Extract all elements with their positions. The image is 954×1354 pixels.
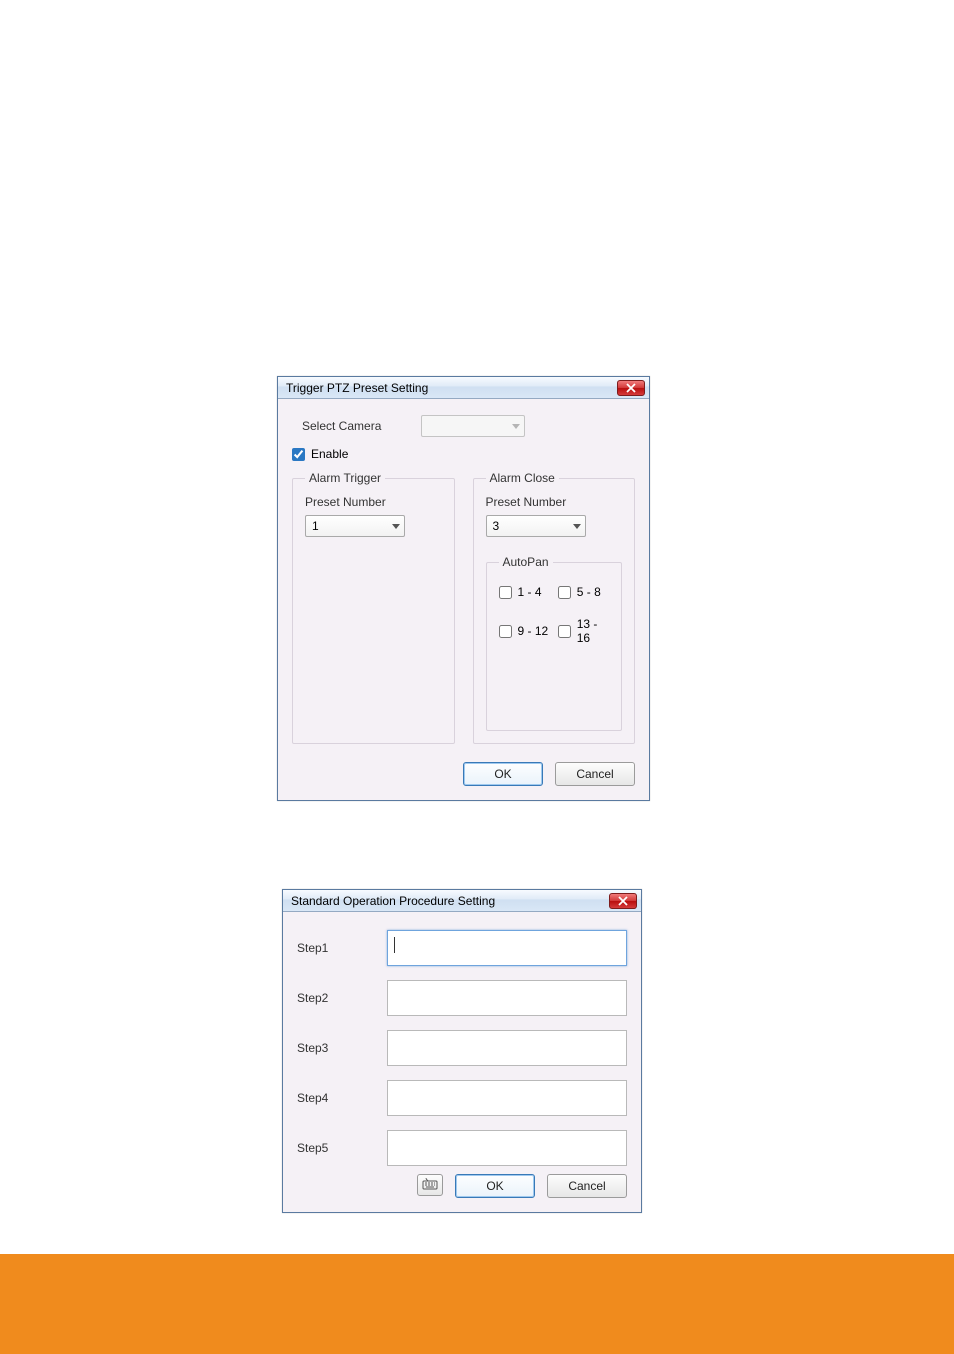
step-label: Step1: [297, 941, 367, 955]
autopan-option[interactable]: 5 - 8: [558, 585, 609, 599]
alarm-close-preset-dropdown[interactable]: 3: [486, 515, 586, 537]
alarm-trigger-legend: Alarm Trigger: [305, 471, 385, 485]
dialog-title: Trigger PTZ Preset Setting: [286, 381, 428, 395]
close-icon[interactable]: [609, 893, 637, 909]
step2-input[interactable]: [387, 980, 627, 1016]
ok-button-label: OK: [494, 767, 511, 781]
alarm-close-preset-value: 3: [493, 519, 500, 533]
autopan-label: 5 - 8: [577, 585, 601, 599]
keyboard-icon: [422, 1178, 438, 1193]
onscreen-keyboard-button[interactable]: [417, 1174, 443, 1196]
alarm-close-group: Alarm Close Preset Number 3 AutoPan 1 - …: [473, 471, 636, 744]
autopan-label: 1 - 4: [518, 585, 542, 599]
alarm-close-legend: Alarm Close: [486, 471, 559, 485]
cancel-button-label: Cancel: [568, 1179, 605, 1193]
dialog-titlebar[interactable]: Trigger PTZ Preset Setting: [278, 377, 649, 399]
step4-input[interactable]: [387, 1080, 627, 1116]
alarm-trigger-group: Alarm Trigger Preset Number 1: [292, 471, 455, 744]
dialog-title: Standard Operation Procedure Setting: [291, 894, 495, 908]
ok-button-label: OK: [486, 1179, 503, 1193]
ok-button[interactable]: OK: [463, 762, 543, 786]
autopan-label: 9 - 12: [518, 624, 549, 638]
enable-label: Enable: [311, 447, 348, 461]
autopan-checkbox-13-16[interactable]: [558, 625, 571, 638]
step5-input[interactable]: [387, 1130, 627, 1166]
autopan-label: 13 - 16: [577, 617, 609, 645]
ok-button[interactable]: OK: [455, 1174, 535, 1198]
chevron-down-icon: [573, 524, 581, 529]
cancel-button-label: Cancel: [576, 767, 613, 781]
orange-footer: [0, 1254, 954, 1354]
autopan-checkbox-5-8[interactable]: [558, 586, 571, 599]
cancel-button[interactable]: Cancel: [555, 762, 635, 786]
autopan-option[interactable]: 13 - 16: [558, 617, 609, 645]
step-label: Step4: [297, 1091, 367, 1105]
enable-checkbox[interactable]: [292, 448, 305, 461]
text-caret: [394, 937, 395, 953]
alarm-trigger-preset-value: 1: [312, 519, 319, 533]
alarm-close-preset-label: Preset Number: [486, 495, 623, 509]
step3-input[interactable]: [387, 1030, 627, 1066]
step-label: Step2: [297, 991, 367, 1005]
enable-checkbox-wrap[interactable]: Enable: [292, 447, 635, 461]
dialog-titlebar[interactable]: Standard Operation Procedure Setting: [283, 890, 641, 912]
step1-input[interactable]: [387, 930, 627, 966]
autopan-group: AutoPan 1 - 4 5 - 8: [486, 555, 623, 731]
sop-dialog: Standard Operation Procedure Setting Ste…: [282, 889, 642, 1213]
chevron-down-icon: [392, 524, 400, 529]
select-camera-dropdown[interactable]: [421, 415, 525, 437]
autopan-checkbox-1-4[interactable]: [499, 586, 512, 599]
cancel-button[interactable]: Cancel: [547, 1174, 627, 1198]
alarm-trigger-preset-dropdown[interactable]: 1: [305, 515, 405, 537]
autopan-legend: AutoPan: [499, 555, 553, 569]
close-icon[interactable]: [617, 380, 645, 396]
select-camera-label: Select Camera: [302, 419, 381, 433]
alarm-trigger-preset-label: Preset Number: [305, 495, 442, 509]
chevron-down-icon: [512, 424, 520, 429]
step-label: Step5: [297, 1141, 367, 1155]
autopan-option[interactable]: 1 - 4: [499, 585, 550, 599]
autopan-checkbox-9-12[interactable]: [499, 625, 512, 638]
ptz-preset-dialog: Trigger PTZ Preset Setting Select Camera…: [277, 376, 650, 801]
autopan-option[interactable]: 9 - 12: [499, 617, 550, 645]
step-label: Step3: [297, 1041, 367, 1055]
